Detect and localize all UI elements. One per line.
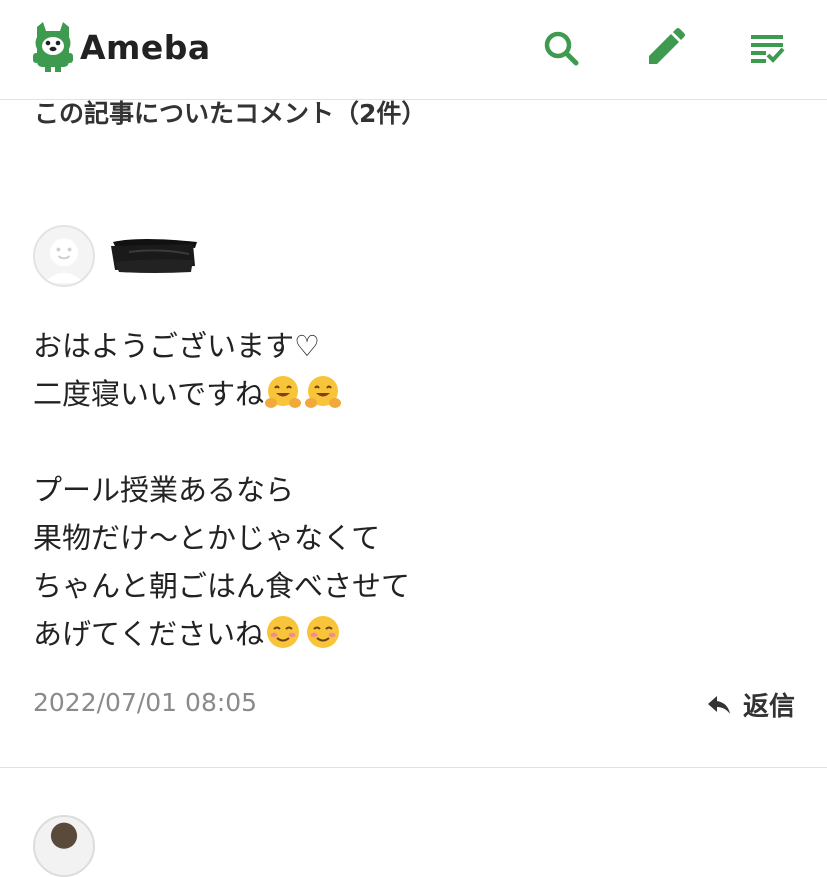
comment-line: 二度寝いいですね	[33, 370, 793, 418]
checklist-button[interactable]	[745, 26, 789, 70]
ameba-logo-icon	[33, 22, 73, 72]
comment-body: おはようございます♡ 二度寝いいですね プール授業あるなら 果物だけ〜とかじゃな…	[33, 322, 793, 658]
comments-section-title: この記事についたコメント（2件）	[34, 99, 427, 128]
default-avatar-icon	[43, 238, 85, 284]
search-button[interactable]	[539, 26, 583, 70]
hugging-face-emoji	[265, 376, 302, 408]
comment-line: あげてくださいね	[33, 610, 793, 658]
search-icon	[544, 31, 579, 66]
pencil-icon	[649, 28, 685, 64]
comment-line: 果物だけ〜とかじゃなくて	[33, 521, 381, 555]
comment-line: ちゃんと朝ごはん食べさせて	[33, 569, 411, 603]
app-header: Ameba	[0, 0, 827, 100]
smiling-face-emoji	[307, 616, 340, 648]
reply-arrow-icon	[707, 695, 730, 714]
comment-divider	[0, 767, 827, 768]
reply-button[interactable]: 返信	[707, 686, 795, 723]
comment-timestamp: 2022/07/01 08:05	[33, 688, 258, 717]
comment-blank-line	[33, 418, 793, 466]
reply-label: 返信	[742, 692, 795, 722]
redacted-username	[111, 239, 197, 273]
smiling-face-emoji	[267, 616, 300, 648]
hugging-face-emoji	[305, 376, 342, 408]
logo-text: Ameba	[80, 27, 211, 67]
checklist-icon	[751, 35, 785, 63]
commenter-avatar[interactable]	[33, 815, 95, 877]
write-post-button[interactable]	[643, 26, 687, 70]
commenter-avatar[interactable]	[33, 225, 95, 287]
user-avatar-icon	[50, 822, 78, 849]
comment-line: おはようございます♡	[33, 329, 320, 363]
comment-line: プール授業あるなら	[33, 473, 295, 507]
ameba-logo[interactable]: Ameba	[32, 20, 211, 74]
